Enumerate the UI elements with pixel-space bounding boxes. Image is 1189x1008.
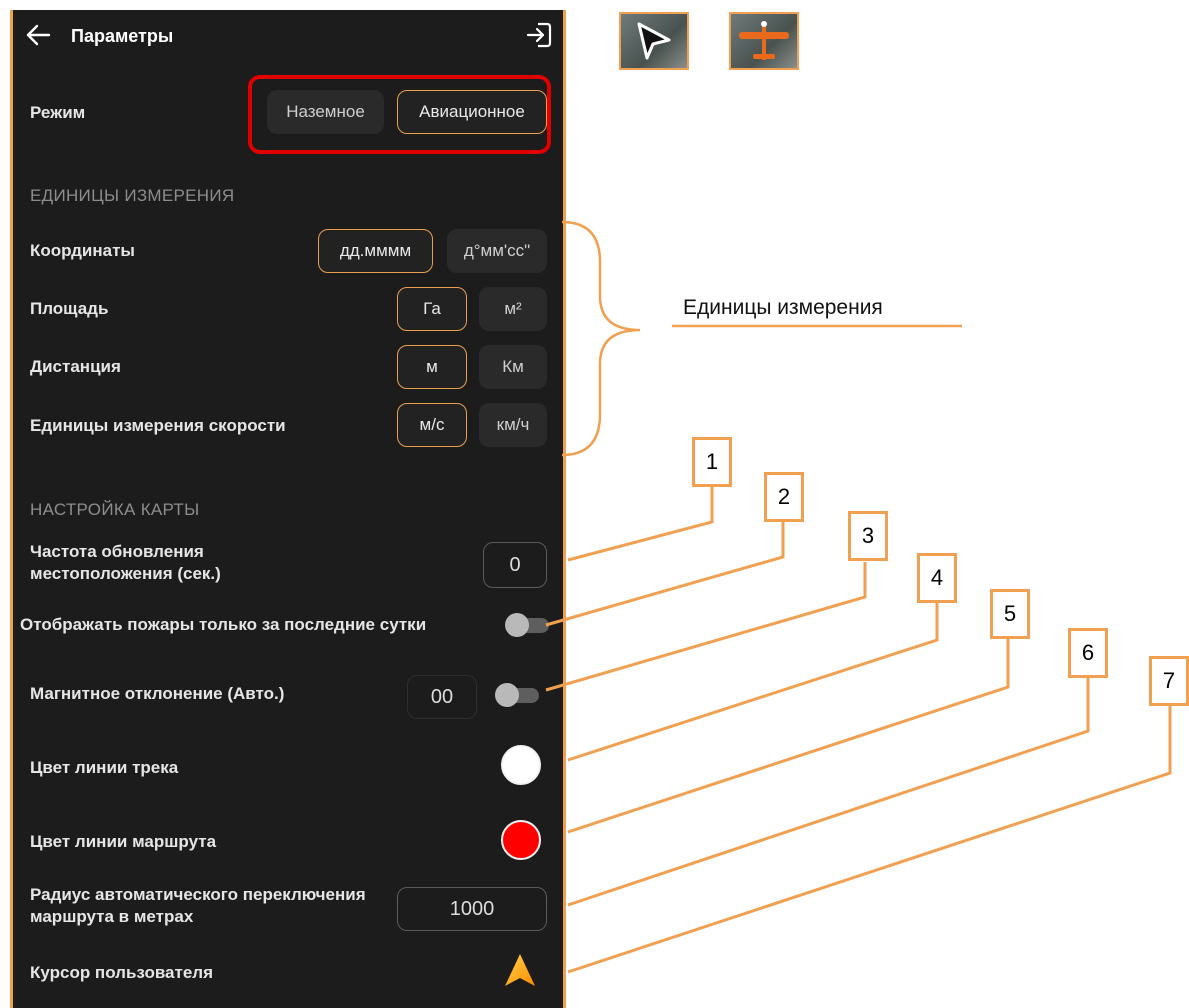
leader-line-3 bbox=[545, 562, 867, 692]
annotation-overlay bbox=[545, 220, 1172, 974]
callout-7: 7 bbox=[1149, 656, 1189, 706]
units-annotation-label: Единицы измерения bbox=[683, 296, 883, 319]
callout-5: 5 bbox=[990, 589, 1030, 639]
leader-line-7 bbox=[567, 706, 1172, 974]
callout-1: 1 bbox=[692, 437, 732, 487]
callout-6: 6 bbox=[1068, 628, 1108, 678]
leader-line-5 bbox=[567, 638, 1010, 834]
callout-3: 3 bbox=[848, 511, 888, 561]
units-brace bbox=[561, 220, 641, 457]
callout-4: 4 bbox=[917, 553, 957, 603]
leader-line-4 bbox=[567, 603, 939, 762]
callout-2: 2 bbox=[764, 472, 804, 522]
leader-line-1 bbox=[567, 487, 714, 562]
leader-line-6 bbox=[567, 678, 1090, 907]
